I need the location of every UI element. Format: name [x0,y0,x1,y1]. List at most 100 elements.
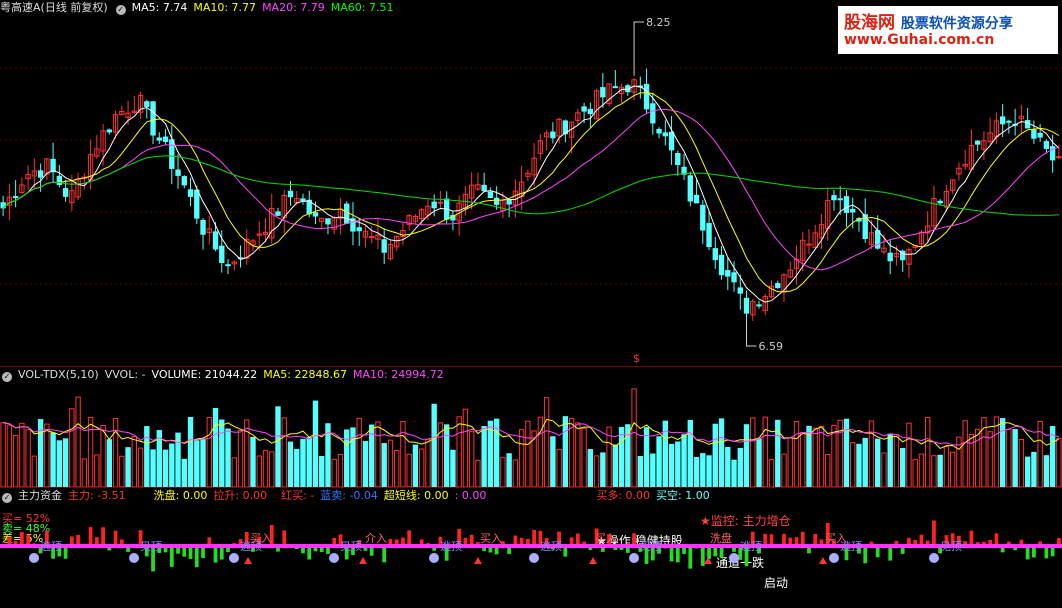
volume-bar [406,453,412,487]
buy-signal-label: 买入 [480,532,502,545]
volume-bar [356,417,362,487]
volume-bar [12,434,19,487]
candle [737,287,743,294]
volume-bar [344,429,350,487]
volume-bar [287,441,294,487]
volume-bar [831,424,837,487]
indicator-bar-up [407,530,412,546]
volume-bar [881,452,887,487]
signal-label: 逃顶 [740,540,762,553]
candle [56,175,63,186]
candle [650,103,656,124]
candle [706,223,712,248]
buy-signal-label: 介入 [365,532,387,545]
face-icon [29,553,39,563]
indicator-bar-up [969,530,974,546]
volume-bar [893,433,900,487]
brand-name: 股海网 [844,13,895,33]
ma60-value: MA60: 7.51 [330,1,394,14]
buy-signal-label: 买入 [250,532,272,545]
candle [731,272,737,283]
candle [275,211,281,216]
volume-bar [550,436,556,487]
face-icon [429,553,439,563]
indicator-settings-icon[interactable]: ✓ [2,493,12,503]
maiduo-value: 买多: 0.00 [596,489,651,502]
volume-bar [812,427,818,487]
candle [481,184,487,192]
face-icon [129,553,139,563]
brand-slogan: 股票软件资源分享 [900,16,1013,32]
volume-bar [206,416,212,487]
stock-title[interactable]: 粤高速A [0,1,41,14]
buy-signal-label: 买入 [825,532,847,545]
volume-bar [518,429,525,487]
candle [300,198,306,202]
volume-bar [381,443,387,487]
indicator-bar-down [213,546,218,563]
candle [144,101,150,107]
low-price-label: 6.59 [759,340,784,353]
volume-bar [906,422,912,487]
signal-label: 逃顶 [540,540,562,553]
candle [587,108,594,115]
volume-bar [868,420,875,487]
volume-bar [581,427,587,487]
indicator-name[interactable]: 主力资金 [18,489,62,502]
volume-bar [737,447,743,487]
dollar-marker: $ [633,352,640,365]
volume-bar [1006,428,1012,487]
volume-bar [787,437,793,487]
candle [431,201,437,209]
volume-bar [650,453,656,487]
volume-bar [818,425,825,487]
volume-settings-icon[interactable]: ✓ [2,372,12,382]
up-arrow-icon [244,557,252,564]
volume-bar [593,455,600,487]
volume-bar [181,458,187,487]
volume-bar [331,458,337,487]
candle [662,132,668,137]
settings-icon[interactable]: ✓ [115,5,126,15]
volume-bar [781,453,787,487]
xipan-value: 洗盘: 0.00 [153,489,208,502]
volume-ma5-value: MA5: 22848.67 [263,368,347,381]
volume-chart[interactable] [0,383,1062,487]
candle [344,203,350,224]
volume-bar [387,439,394,487]
volume-bar [825,453,831,487]
volume-bar [75,396,81,487]
candle [156,137,162,141]
candle [581,106,587,112]
volume-bar [725,446,731,487]
indicator-chart[interactable]: 逃顶 见顶 逃顶 见顶 逃顶 逃顶 见顶 逃顶 逃顶 见顶买入 介入 买入 买入 洗盘 买入 [0,504,1062,608]
candle [937,200,943,204]
volume-bar [631,388,637,487]
volume-bar [681,434,687,487]
volume-bar [612,444,619,487]
watermark-logo: 股海网 股票软件资源分享 www.Guhai.com.cn [838,6,1058,54]
buy-signal-label: 买入 [595,532,617,545]
maikong-value: 买空: 1.00 [656,489,710,502]
volume-bar [800,432,806,487]
low-pointer [746,319,757,347]
candle [187,189,194,197]
volume-bar [525,420,531,487]
indicator-bar-down [307,546,312,560]
volume-indicator-name[interactable]: VOL-TDX(5,10) [18,368,99,381]
indicator-bar-down [700,546,705,566]
price-chart[interactable]: 8.25 6.59 $ [0,16,1062,366]
ma5-value: MA5: 7.74 [131,1,188,14]
candle [487,191,494,199]
brand-url: www.Guhai.com.cn [844,32,995,48]
signal-label: 逃顶 [40,540,62,553]
volume-bar [431,403,437,487]
candle [381,239,387,253]
candle [493,197,500,205]
indicator-bar-up [800,531,805,546]
candle [325,218,331,225]
volume-bar [1024,456,1031,487]
ma5-line [2,85,1060,303]
volume-ma10-value: MA10: 24994.72 [352,368,444,381]
volume-bar [793,421,800,487]
